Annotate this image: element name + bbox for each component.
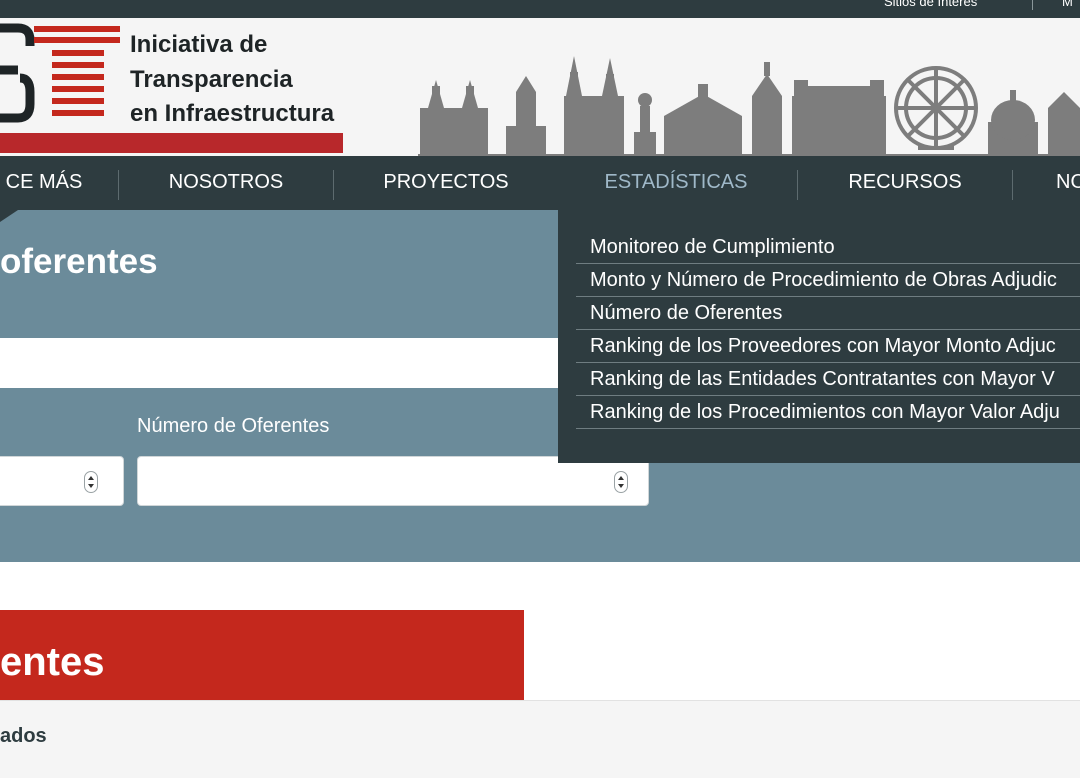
cost-logo-icon <box>0 23 120 123</box>
logo-title-line-3: en Infraestructura <box>130 100 335 127</box>
logo-red-bar <box>0 133 343 153</box>
main-navigation: CE MÁS NOSOTROS PROYECTOS ESTADÍSTICAS R… <box>0 156 1080 210</box>
sitios-de-interes-link[interactable]: Sitios de Interés <box>884 0 977 9</box>
nav-divider <box>797 170 798 200</box>
menu-caret-icon <box>0 210 18 222</box>
dropdown-item-ranking-procedimientos[interactable]: Ranking de los Procedimientos con Mayor … <box>576 396 1080 429</box>
nav-item-estadisticas[interactable]: ESTADÍSTICAS <box>558 156 794 210</box>
dropdown-item-monitoreo[interactable]: Monitoreo de Cumplimiento <box>576 231 1080 264</box>
numero-oferentes-label: Número de Oferentes <box>137 415 330 437</box>
spinner-arrows-icon[interactable] <box>614 471 628 493</box>
logo-title-line-2: Transparencia <box>130 65 293 93</box>
topbar-link-2[interactable]: M <box>1062 0 1073 9</box>
top-utility-bar: Sitios de Interés M <box>0 0 1080 18</box>
logo-title-line-1: Iniciativa de <box>130 31 268 58</box>
results-banner: entes <box>0 610 524 700</box>
numero-oferentes-input[interactable] <box>137 456 649 506</box>
panel-title: oferentes <box>0 242 158 281</box>
nav-item-nosotros[interactable]: NOSOTROS <box>120 156 332 210</box>
city-skyline-illustration <box>418 56 1080 156</box>
nav-divider <box>1012 170 1013 200</box>
topbar-divider <box>1032 0 1033 10</box>
spinner-arrows-icon[interactable] <box>84 471 98 493</box>
estadisticas-dropdown-menu: Monitoreo de Cumplimiento Monto y Número… <box>558 210 1080 463</box>
nav-divider <box>118 170 119 200</box>
results-banner-title: entes <box>0 640 105 684</box>
logo-title: Iniciativa de Transparencia en Infraestr… <box>130 28 334 132</box>
nav-item-recursos[interactable]: RECURSOS <box>799 156 1011 210</box>
results-subsection: ados <box>0 700 1080 778</box>
nav-item-next[interactable]: NO <box>1056 156 1080 210</box>
dropdown-item-numero-oferentes[interactable]: Número de Oferentes <box>576 297 1080 330</box>
nav-item-conoce-mas[interactable]: CE MÁS <box>0 156 98 210</box>
number-input-left[interactable] <box>0 456 124 506</box>
dropdown-item-monto-numero[interactable]: Monto y Número de Procedimiento de Obras… <box>576 264 1080 297</box>
nav-divider <box>333 170 334 200</box>
nav-item-proyectos[interactable]: PROYECTOS <box>335 156 557 210</box>
site-header: Iniciativa de Transparencia en Infraestr… <box>0 18 1080 156</box>
results-subtitle: ados <box>0 725 47 747</box>
dropdown-item-ranking-entidades[interactable]: Ranking de las Entidades Contratantes co… <box>576 363 1080 396</box>
site-logo[interactable]: Iniciativa de Transparencia en Infraestr… <box>0 18 350 156</box>
dropdown-item-ranking-proveedores[interactable]: Ranking de los Proveedores con Mayor Mon… <box>576 330 1080 363</box>
